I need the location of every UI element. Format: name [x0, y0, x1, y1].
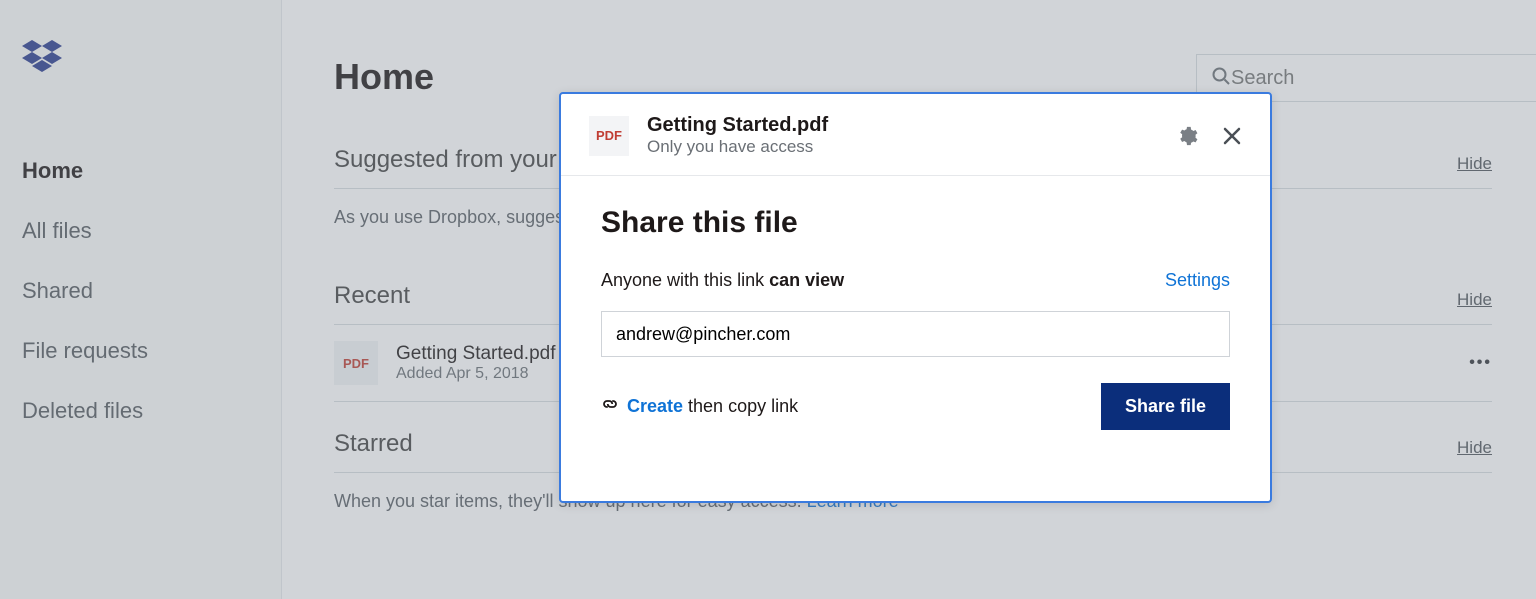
nav-shared[interactable]: Shared — [22, 261, 281, 321]
pdf-icon: PDF — [334, 341, 378, 385]
share-modal: PDF Getting Started.pdf Only you have ac… — [559, 92, 1272, 503]
email-input[interactable] — [601, 311, 1230, 357]
row-overflow-icon[interactable]: ••• — [1469, 354, 1492, 372]
dropbox-logo — [0, 40, 281, 81]
search-icon — [1211, 66, 1231, 91]
hide-starred[interactable]: Hide — [1457, 438, 1492, 458]
nav-file-requests[interactable]: File requests — [22, 321, 281, 381]
settings-link[interactable]: Settings — [1165, 270, 1230, 291]
permission-text: Anyone with this link can view — [601, 270, 844, 291]
nav-home[interactable]: Home — [22, 141, 281, 201]
nav-all-files[interactable]: All files — [22, 201, 281, 261]
hide-suggested[interactable]: Hide — [1457, 154, 1492, 174]
modal-file-name: Getting Started.pdf — [647, 114, 1176, 137]
search-input[interactable] — [1231, 67, 1491, 90]
link-icon — [601, 395, 619, 418]
close-icon[interactable] — [1222, 126, 1242, 146]
gear-icon[interactable] — [1176, 125, 1198, 147]
nav-deleted-files[interactable]: Deleted files — [22, 381, 281, 441]
section-recent-title: Recent — [334, 282, 410, 310]
hide-recent[interactable]: Hide — [1457, 290, 1492, 310]
section-starred-title: Starred — [334, 430, 413, 458]
modal-title: Share this file — [601, 206, 1230, 240]
modal-pdf-icon: PDF — [589, 116, 629, 156]
share-file-button[interactable]: Share file — [1101, 383, 1230, 430]
modal-file-sub: Only you have access — [647, 137, 1176, 157]
copy-link-text: then copy link — [683, 396, 798, 416]
create-link[interactable]: Create — [627, 396, 683, 416]
